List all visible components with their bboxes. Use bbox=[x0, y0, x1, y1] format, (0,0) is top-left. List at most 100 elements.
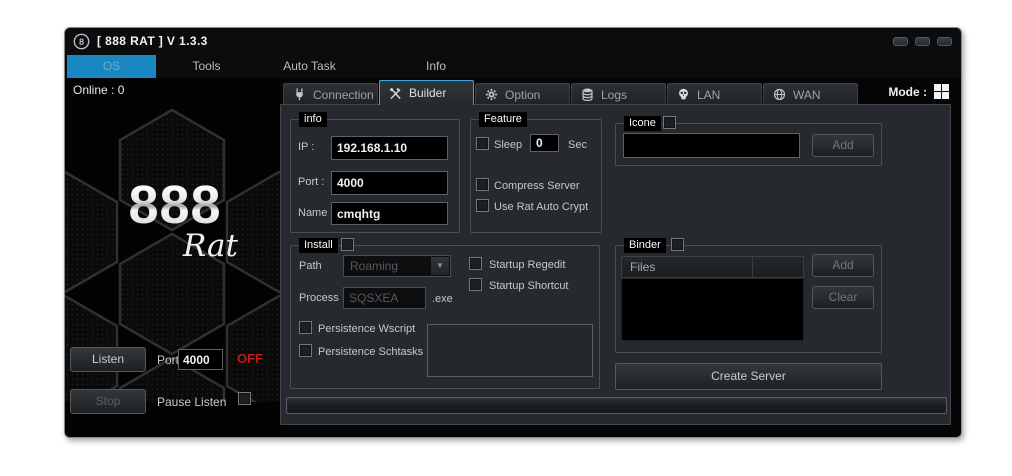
mode-selector: Mode : bbox=[888, 84, 949, 99]
tab-wan[interactable]: WAN bbox=[763, 83, 858, 105]
process-name-input[interactable] bbox=[343, 287, 426, 309]
tab-label: Option bbox=[505, 88, 540, 102]
icone-group: Icone Add bbox=[615, 123, 882, 166]
build-progress-bar bbox=[286, 397, 947, 414]
binder-enable-checkbox[interactable] bbox=[671, 238, 684, 251]
feature-group-title: Feature bbox=[479, 112, 527, 127]
tab-label: Connection bbox=[313, 88, 374, 102]
auto-crypt-checkbox[interactable] bbox=[476, 199, 489, 212]
install-path-value: Roaming bbox=[350, 259, 398, 273]
tab-logs[interactable]: Logs bbox=[571, 83, 666, 105]
startup-shortcut-checkbox[interactable] bbox=[469, 278, 482, 291]
ip-input[interactable] bbox=[331, 136, 448, 160]
title-bar: 8 [ 888 RAT ] V 1.3.3 bbox=[65, 28, 961, 55]
process-ext-label: .exe bbox=[432, 293, 453, 305]
install-enable-checkbox[interactable] bbox=[341, 238, 354, 251]
icon-add-button[interactable]: Add bbox=[812, 134, 874, 157]
binder-group: Binder Files Add Clear bbox=[615, 245, 882, 353]
binder-files-header: Files bbox=[621, 256, 804, 278]
windows-icon[interactable] bbox=[934, 84, 949, 99]
pause-listen-checkbox[interactable] bbox=[238, 392, 251, 405]
pause-listen-label: Pause Listen bbox=[157, 395, 226, 409]
binder-files-list[interactable] bbox=[621, 278, 804, 341]
persistence-wscript-checkbox[interactable] bbox=[299, 321, 312, 334]
tab-strip: Connection Builder bbox=[280, 78, 961, 105]
globe-icon bbox=[773, 88, 786, 101]
install-group-title: Install bbox=[299, 238, 338, 253]
online-count-label: Online : 0 bbox=[73, 83, 124, 97]
install-group: Install Path Roaming ▼ Process .exe Star… bbox=[290, 245, 600, 389]
listen-status-badge: OFF bbox=[237, 351, 263, 366]
tab-connection[interactable]: Connection bbox=[283, 83, 378, 105]
tab-builder[interactable]: Builder bbox=[379, 80, 474, 105]
persistence-schtasks-label: Persistence Schtasks bbox=[318, 346, 423, 358]
info-group: info IP : Port : Name : bbox=[290, 119, 460, 233]
install-path-dropdown[interactable]: Roaming ▼ bbox=[343, 255, 451, 277]
main-content: Online : 0 bbox=[65, 78, 961, 437]
skull-icon bbox=[677, 88, 690, 101]
svg-text:8: 8 bbox=[79, 37, 84, 47]
name-label: Name : bbox=[298, 207, 333, 219]
ip-label: IP : bbox=[298, 141, 314, 153]
startup-regedit-label: Startup Regedit bbox=[489, 259, 565, 271]
mode-label: Mode : bbox=[888, 85, 927, 99]
binder-clear-button[interactable]: Clear bbox=[812, 286, 874, 309]
menu-item-tools[interactable]: Tools bbox=[156, 55, 257, 78]
listen-button[interactable]: Listen bbox=[70, 347, 146, 372]
startup-regedit-checkbox[interactable] bbox=[469, 257, 482, 270]
port-label: Port bbox=[157, 353, 179, 367]
tab-label: WAN bbox=[793, 88, 821, 102]
logo-rat: Rat bbox=[183, 228, 238, 264]
left-panel: Online : 0 bbox=[65, 78, 280, 437]
compress-server-label: Compress Server bbox=[494, 180, 580, 192]
port-input[interactable] bbox=[331, 171, 448, 195]
tab-label: Builder bbox=[409, 86, 446, 100]
persistence-schtasks-checkbox[interactable] bbox=[299, 344, 312, 357]
minimize-button[interactable] bbox=[893, 37, 908, 46]
info-group-title: info bbox=[299, 112, 327, 127]
port-label: Port : bbox=[298, 176, 324, 188]
tab-label: Logs bbox=[601, 88, 627, 102]
name-input[interactable] bbox=[331, 202, 448, 225]
app-icon: 8 bbox=[73, 33, 90, 50]
icone-enable-checkbox[interactable] bbox=[663, 116, 676, 129]
chevron-down-icon[interactable]: ▼ bbox=[431, 257, 449, 275]
gear-icon bbox=[485, 88, 498, 101]
menu-item-auto-task[interactable]: Auto Task bbox=[257, 55, 362, 78]
auto-crypt-label: Use Rat Auto Crypt bbox=[494, 201, 588, 213]
app-window: 8 [ 888 RAT ] V 1.3.3 OS Tools Auto Task… bbox=[64, 27, 962, 438]
icon-path-input[interactable] bbox=[623, 133, 800, 158]
icone-group-title: Icone bbox=[624, 116, 661, 131]
tools-icon bbox=[389, 87, 402, 100]
feature-group: Feature Sleep Sec Compress Server Use Ra… bbox=[470, 119, 602, 233]
files-column-header[interactable]: Files bbox=[622, 257, 753, 277]
persistence-wscript-label: Persistence Wscript bbox=[318, 323, 415, 335]
startup-shortcut-label: Startup Shortcut bbox=[489, 280, 569, 292]
create-server-button[interactable]: Create Server bbox=[615, 363, 882, 390]
stop-button[interactable]: Stop bbox=[70, 389, 146, 414]
plug-icon bbox=[293, 88, 306, 101]
builder-panel: info IP : Port : Name : Feature Sleep Se… bbox=[280, 104, 951, 425]
sleep-unit-label: Sec bbox=[568, 139, 587, 151]
menu-item-info[interactable]: Info bbox=[362, 55, 510, 78]
logo-888: 888 bbox=[105, 178, 245, 232]
install-info-box bbox=[427, 324, 593, 377]
process-label: Process bbox=[299, 292, 339, 304]
maximize-button[interactable] bbox=[915, 37, 930, 46]
menu-bar: OS Tools Auto Task Info bbox=[65, 55, 961, 78]
path-label: Path bbox=[299, 260, 322, 272]
sleep-checkbox[interactable] bbox=[476, 137, 489, 150]
listen-port-input[interactable] bbox=[178, 349, 223, 370]
window-title: [ 888 RAT ] V 1.3.3 bbox=[97, 34, 208, 48]
compress-server-checkbox[interactable] bbox=[476, 178, 489, 191]
menu-item-os[interactable]: OS bbox=[67, 55, 156, 78]
window-controls bbox=[893, 37, 952, 46]
sleep-label: Sleep bbox=[494, 139, 522, 151]
close-button[interactable] bbox=[937, 37, 952, 46]
tab-option[interactable]: Option bbox=[475, 83, 570, 105]
tab-lan[interactable]: LAN bbox=[667, 83, 762, 105]
sleep-seconds-input[interactable] bbox=[530, 134, 559, 152]
screenshot-canvas: 8 [ 888 RAT ] V 1.3.3 OS Tools Auto Task… bbox=[0, 0, 1012, 476]
binder-add-button[interactable]: Add bbox=[812, 254, 874, 277]
database-icon bbox=[581, 88, 594, 101]
